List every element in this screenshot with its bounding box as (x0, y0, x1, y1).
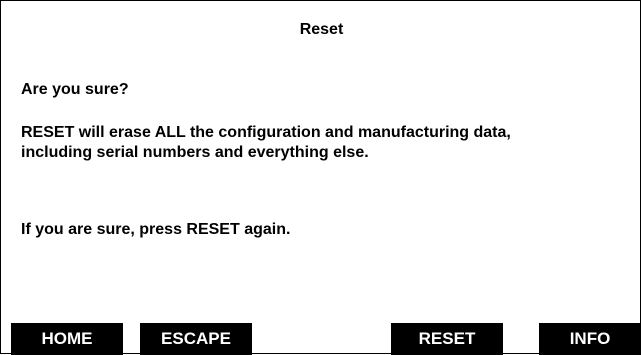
confirmation-question: Are you sure? (21, 81, 129, 98)
screen-title: Reset (299, 21, 344, 38)
confirm-instruction: If you are sure, press RESET again. (21, 221, 291, 238)
warning-message: RESET will erase ALL the configuration a… (21, 124, 511, 161)
info-button[interactable]: INFO (539, 323, 641, 355)
reset-screen: Reset Are you sure? RESET will erase ALL… (0, 0, 641, 355)
reset-button[interactable]: RESET (391, 323, 503, 355)
escape-button[interactable]: ESCAPE (140, 323, 252, 355)
home-button[interactable]: HOME (11, 323, 123, 355)
